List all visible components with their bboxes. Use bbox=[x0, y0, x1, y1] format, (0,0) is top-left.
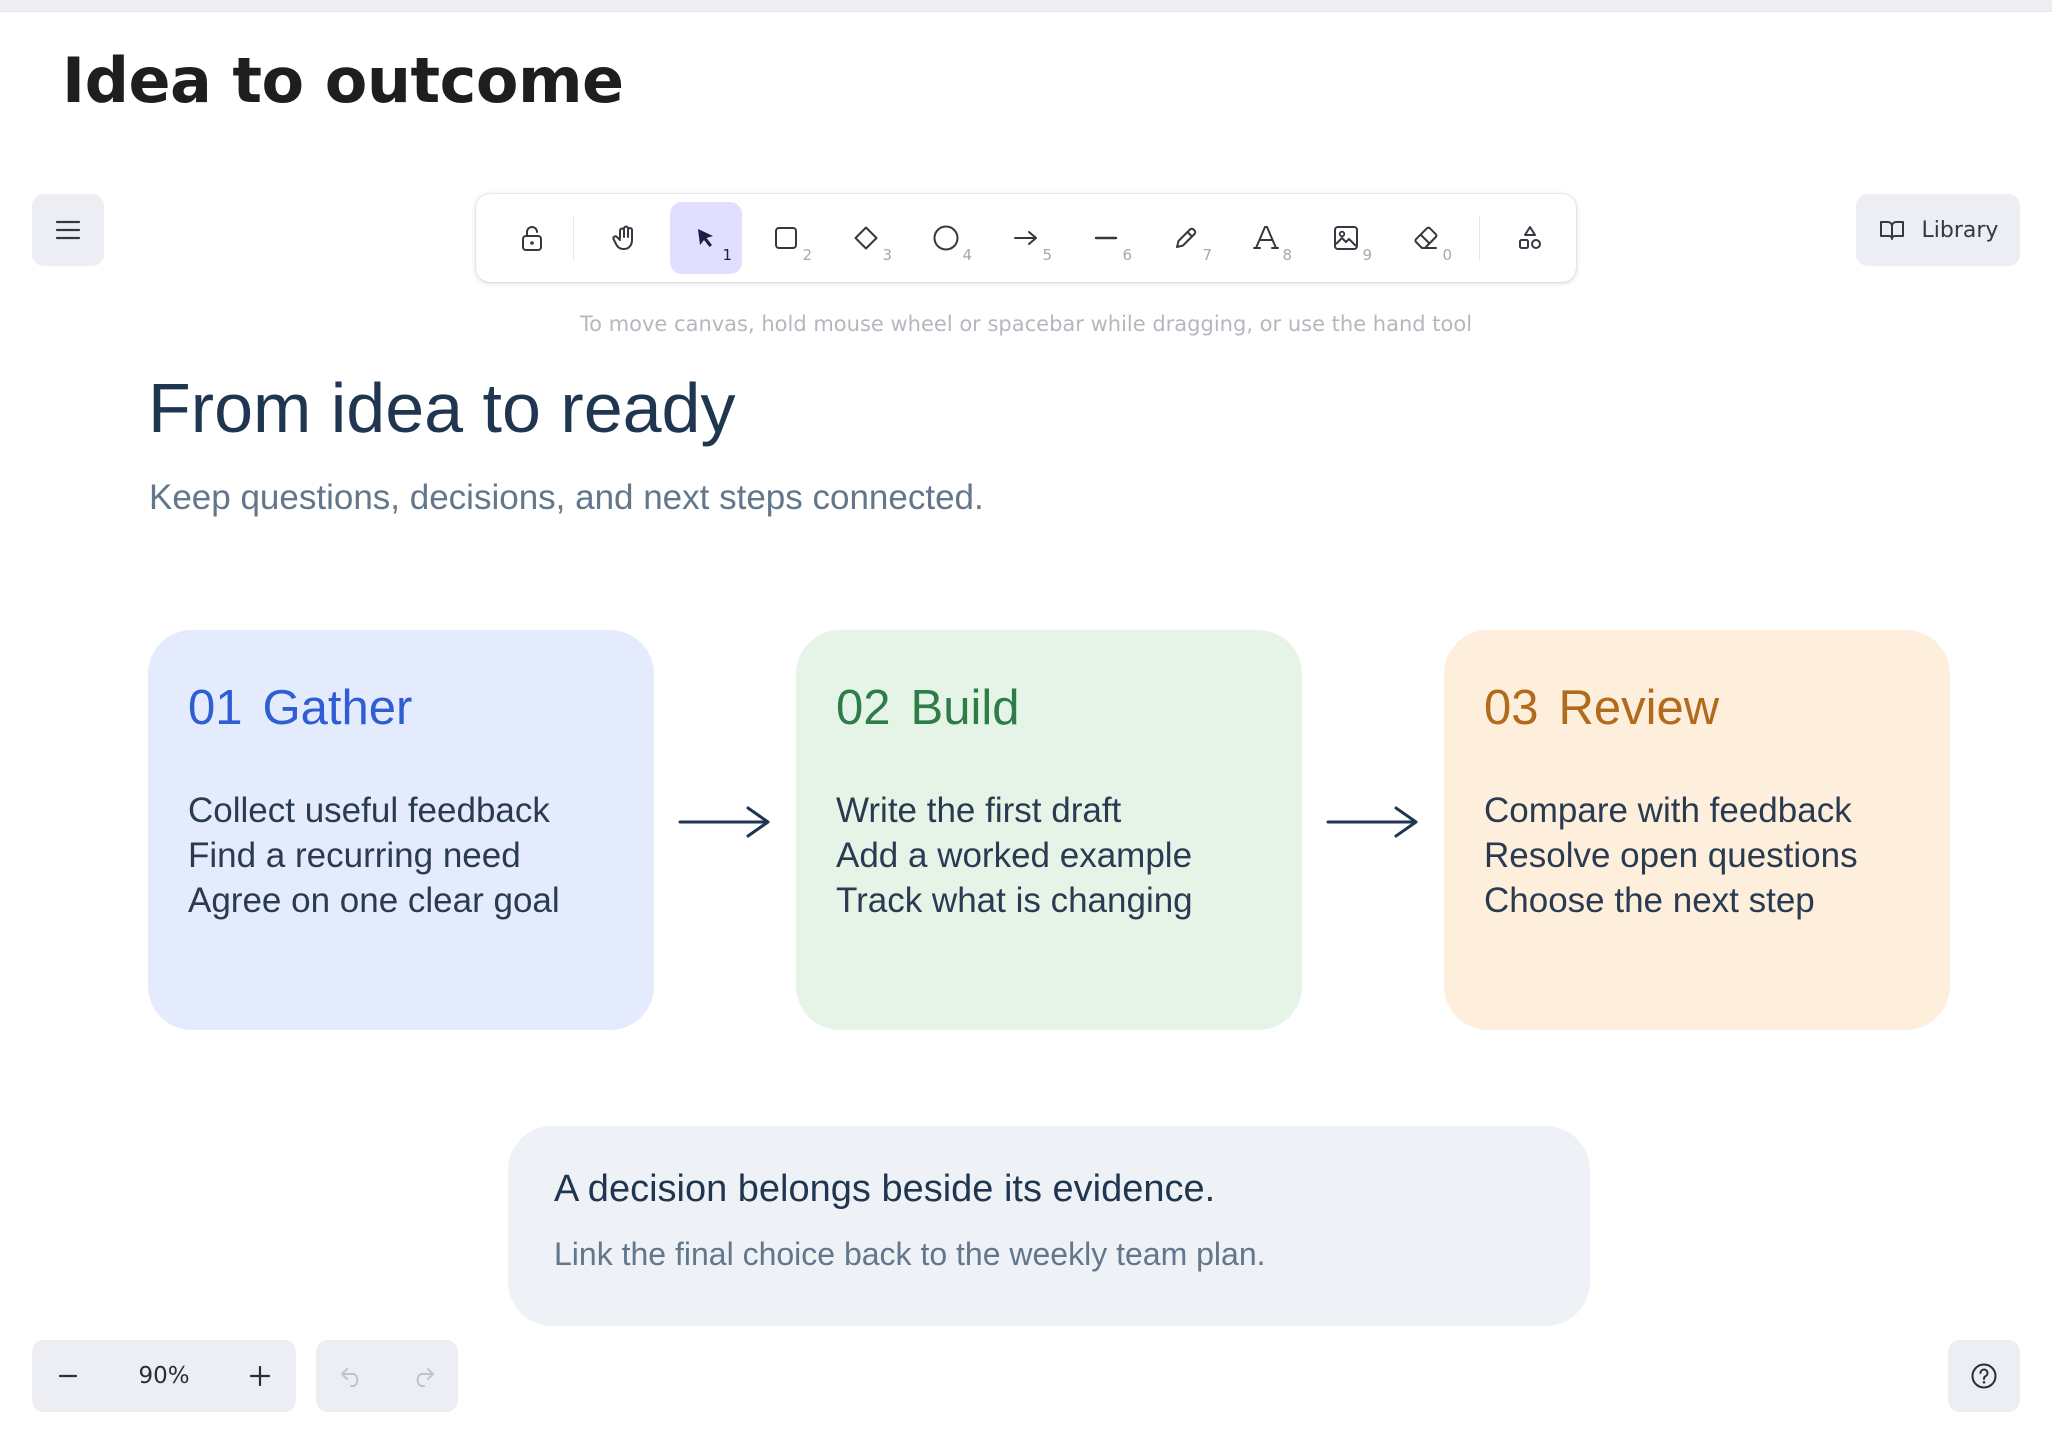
arrow-shortcut: 5 bbox=[1042, 246, 1052, 264]
zoom-controls: 90% bbox=[32, 1340, 296, 1412]
card-item: Track what is changing bbox=[836, 881, 1193, 920]
draw-tool-button[interactable]: 7 bbox=[1150, 202, 1222, 274]
help-button[interactable] bbox=[1948, 1340, 2020, 1412]
hand-tool-button[interactable] bbox=[590, 202, 662, 274]
card-number: 03 bbox=[1484, 681, 1539, 735]
pencil-icon bbox=[1176, 227, 1197, 248]
draw-shortcut: 7 bbox=[1202, 246, 1212, 264]
redo-icon bbox=[416, 1368, 434, 1387]
eraser-shortcut: 0 bbox=[1442, 246, 1452, 264]
selection-shortcut: 1 bbox=[722, 246, 732, 264]
toolbar-separator bbox=[1479, 216, 1480, 260]
ellipse-shortcut: 4 bbox=[962, 246, 972, 264]
card-item: Collect useful feedback bbox=[188, 791, 550, 830]
step-card-build[interactable]: 02 Build Write the first draft Add a work… bbox=[796, 630, 1302, 1030]
card-item-list: Collect useful feedback Find a recurring… bbox=[188, 788, 614, 923]
hand-icon bbox=[612, 225, 633, 250]
undo-icon bbox=[340, 1368, 358, 1387]
rectangle-shortcut: 2 bbox=[802, 246, 812, 264]
document-title: Idea to outcome bbox=[62, 44, 624, 117]
line-shortcut: 6 bbox=[1122, 246, 1132, 264]
image-icon bbox=[1334, 226, 1358, 250]
diamond-tool-button[interactable]: 3 bbox=[830, 202, 902, 274]
card-item: Agree on one clear goal bbox=[188, 881, 560, 920]
step-card-review[interactable]: 03 Review Compare with feedback Resolve o… bbox=[1444, 630, 1950, 1030]
card-item: Choose the next step bbox=[1484, 881, 1815, 920]
text-icon bbox=[1253, 226, 1279, 249]
toolbar-separator bbox=[573, 216, 574, 260]
shapes-icon bbox=[1519, 226, 1541, 249]
more-shapes-button[interactable] bbox=[1494, 202, 1566, 274]
card-name: Review bbox=[1558, 681, 1720, 735]
help-icon bbox=[1971, 1363, 1997, 1389]
library-label: Library bbox=[1921, 217, 1999, 243]
book-icon bbox=[1879, 221, 1904, 240]
text-shortcut: 8 bbox=[1282, 246, 1292, 264]
zoom-in-button[interactable] bbox=[224, 1340, 296, 1412]
zoom-level[interactable]: 90% bbox=[104, 1340, 224, 1412]
flow-arrow-icon[interactable] bbox=[676, 800, 776, 844]
shapes-toolbar: 1 2 3 4 5 6 7 8 9 0 bbox=[476, 194, 1576, 282]
hamburger-menu-icon bbox=[55, 220, 81, 240]
card-item: Resolve open questions bbox=[1484, 836, 1858, 875]
card-item-list: Write the first draft Add a worked examp… bbox=[836, 788, 1262, 923]
arrow-right-icon bbox=[1014, 231, 1037, 245]
canvas-hint: To move canvas, hold mouse wheel or spac… bbox=[579, 312, 1473, 336]
canvas-subheading[interactable]: Keep questions, decisions, and next step… bbox=[149, 478, 984, 518]
pointer-arrow-icon bbox=[698, 229, 713, 247]
redo-button[interactable] bbox=[387, 1340, 458, 1412]
eraser-tool-button[interactable]: 0 bbox=[1390, 202, 1462, 274]
decision-note[interactable]: A decision belongs beside its evidence. … bbox=[508, 1126, 1590, 1326]
diamond-icon bbox=[854, 226, 878, 250]
ellipse-icon bbox=[933, 225, 959, 251]
arrow-tool-button[interactable]: 5 bbox=[990, 202, 1062, 274]
browser-top-strip bbox=[0, 0, 2052, 12]
eraser-icon bbox=[1414, 226, 1438, 249]
note-title: A decision belongs beside its evidence. bbox=[554, 1168, 1216, 1210]
text-tool-button[interactable]: 8 bbox=[1230, 202, 1302, 274]
selection-tool-button[interactable]: 1 bbox=[670, 202, 742, 274]
main-menu-button[interactable] bbox=[32, 194, 104, 266]
card-number: 02 bbox=[836, 681, 891, 735]
card-name: Gather bbox=[262, 681, 413, 735]
card-number: 01 bbox=[188, 681, 243, 735]
diamond-shortcut: 3 bbox=[882, 246, 892, 264]
ellipse-tool-button[interactable]: 4 bbox=[910, 202, 982, 274]
card-item: Add a worked example bbox=[836, 836, 1193, 875]
step-card-gather[interactable]: 01 Gather Collect useful feedback Find a … bbox=[148, 630, 654, 1030]
flow-arrow-icon[interactable] bbox=[1324, 800, 1424, 844]
line-icon bbox=[1094, 236, 1118, 240]
card-item: Compare with feedback bbox=[1484, 791, 1852, 830]
rectangle-icon bbox=[775, 227, 797, 249]
undo-button[interactable] bbox=[316, 1340, 387, 1412]
card-item-list: Compare with feedback Resolve open quest… bbox=[1484, 788, 1910, 923]
history-controls bbox=[316, 1340, 458, 1412]
zoom-out-button[interactable] bbox=[32, 1340, 104, 1412]
card-title: 01 Gather bbox=[188, 680, 614, 736]
card-name: Build bbox=[910, 681, 1020, 735]
lock-tool-button[interactable] bbox=[496, 202, 568, 274]
zoom-out-icon bbox=[58, 1374, 78, 1378]
card-title: 02 Build bbox=[836, 680, 1262, 736]
image-shortcut: 9 bbox=[1362, 246, 1372, 264]
card-item: Find a recurring need bbox=[188, 836, 521, 875]
line-tool-button[interactable]: 6 bbox=[1070, 202, 1142, 274]
library-button[interactable]: Library bbox=[1856, 194, 2020, 266]
card-title: 03 Review bbox=[1484, 680, 1910, 736]
canvas-heading[interactable]: From idea to ready bbox=[148, 368, 735, 448]
zoom-in-icon bbox=[249, 1365, 271, 1387]
note-subtitle: Link the final choice back to the weekly… bbox=[554, 1236, 1266, 1272]
unlock-icon bbox=[522, 226, 542, 251]
card-item: Write the first draft bbox=[836, 791, 1122, 830]
image-tool-button[interactable]: 9 bbox=[1310, 202, 1382, 274]
rectangle-tool-button[interactable]: 2 bbox=[750, 202, 822, 274]
